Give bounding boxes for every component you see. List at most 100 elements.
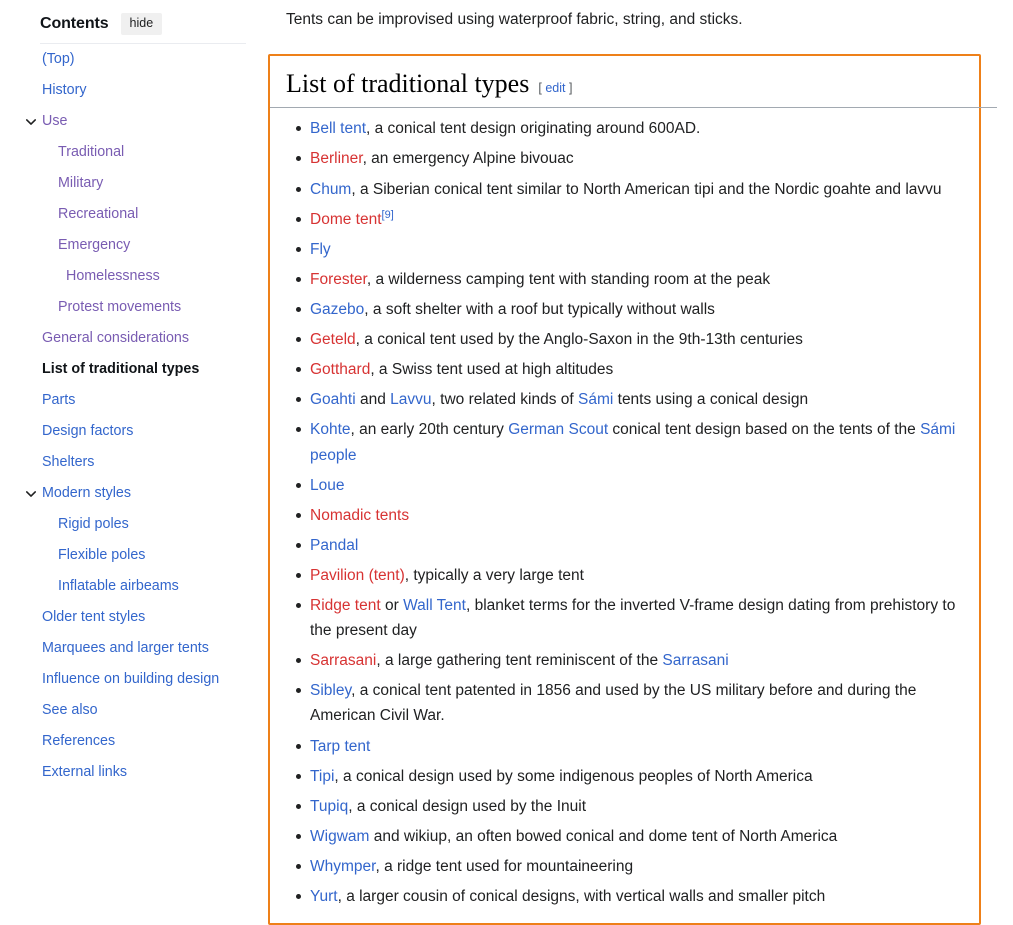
edit-link-text[interactable]: edit xyxy=(545,81,565,95)
sidebar-item-label[interactable]: General considerations xyxy=(42,329,189,348)
wiki-link[interactable]: Wigwam xyxy=(310,828,369,845)
wiki-red-link[interactable]: Berliner xyxy=(310,150,363,167)
item-text: , a conical design used by some indigeno… xyxy=(334,767,813,785)
sidebar-item-marquees-and-larger-tents[interactable]: Marquees and larger tents xyxy=(0,633,268,664)
item-text: , a conical tent design originating arou… xyxy=(366,120,701,138)
sidebar-item-recreational[interactable]: Recreational xyxy=(0,199,268,230)
toc-hide-button[interactable]: hide xyxy=(120,13,163,35)
list-item: Fly xyxy=(296,237,965,262)
wiki-link[interactable]: Yurt xyxy=(310,888,338,905)
sidebar-item-label[interactable]: Shelters xyxy=(42,453,94,472)
sidebar-item-label[interactable]: (Top) xyxy=(42,50,75,69)
sidebar-item-shelters[interactable]: Shelters xyxy=(0,447,268,478)
sidebar-item-design-factors[interactable]: Design factors xyxy=(0,416,268,447)
sidebar-item-label[interactable]: Design factors xyxy=(42,422,133,441)
reference-link[interactable]: [9] xyxy=(382,208,394,220)
list-item: Geteld, a conical tent used by the Anglo… xyxy=(296,327,965,352)
sidebar-item-label[interactable]: Homelessness xyxy=(66,267,160,286)
list-item: Tarp tent xyxy=(296,734,965,759)
item-text: , an early 20th century xyxy=(350,421,509,439)
wiki-link[interactable]: Pandal xyxy=(310,537,358,554)
sidebar-item-emergency[interactable]: Emergency xyxy=(0,230,268,261)
item-text: , a wilderness camping tent with standin… xyxy=(366,270,771,288)
wiki-link[interactable]: Chum xyxy=(310,181,351,198)
sidebar-item-label[interactable]: Flexible poles xyxy=(58,546,145,565)
list-item: Wigwam and wikiup, an often bowed conica… xyxy=(296,824,965,849)
edit-section-link[interactable]: [ edit ] xyxy=(538,81,572,95)
sidebar-item-label[interactable]: Older tent styles xyxy=(42,608,145,627)
wiki-link[interactable]: Whymper xyxy=(310,858,375,875)
wiki-link[interactable]: Kohte xyxy=(310,421,351,438)
heading-underline-rule xyxy=(270,107,997,109)
sidebar-item-history[interactable]: History xyxy=(0,75,268,106)
sidebar-item-label[interactable]: List of traditional types xyxy=(42,360,199,379)
wiki-link[interactable]: Sarrasani xyxy=(662,652,728,669)
sidebar-item-older-tent-styles[interactable]: Older tent styles xyxy=(0,602,268,633)
wiki-link[interactable]: Sámi xyxy=(578,391,613,408)
toc-list: (Top) History Use Traditional Military Recrea… xyxy=(0,44,268,788)
wiki-link[interactable]: Bell tent xyxy=(310,120,366,137)
sidebar-item-use[interactable]: Use xyxy=(0,106,268,137)
sidebar-item-see-also[interactable]: See also xyxy=(0,695,268,726)
wiki-red-link[interactable]: Nomadic tents xyxy=(310,507,409,524)
wiki-link[interactable]: Goahti xyxy=(310,391,356,408)
wiki-red-link[interactable]: Dome tent xyxy=(310,211,382,228)
sidebar-item-military[interactable]: Military xyxy=(0,168,268,199)
wiki-red-link[interactable]: Ridge tent xyxy=(310,597,381,614)
wiki-link[interactable]: Gazebo xyxy=(310,301,364,318)
sidebar-item-label[interactable]: Influence on building design xyxy=(42,670,219,689)
wiki-link[interactable]: Tupiq xyxy=(310,798,348,815)
sidebar-item-label[interactable]: Use xyxy=(42,112,67,131)
wiki-link[interactable]: Loue xyxy=(310,477,344,494)
sidebar-item-label[interactable]: External links xyxy=(42,763,127,782)
wiki-link[interactable]: Sibley xyxy=(310,682,351,699)
wiki-red-link[interactable]: Pavilion (tent) xyxy=(310,567,405,584)
sidebar-item-label[interactable]: Marquees and larger tents xyxy=(42,639,209,658)
sidebar-item-label[interactable]: Military xyxy=(58,174,103,193)
chevron-down-icon[interactable] xyxy=(24,115,38,129)
sidebar-item-label[interactable]: Emergency xyxy=(58,236,130,255)
sidebar-item-label[interactable]: Inflatable airbeams xyxy=(58,577,179,596)
wiki-red-link[interactable]: Geteld xyxy=(310,331,356,348)
article-content: Tents can be improvised using waterproof… xyxy=(268,0,1013,925)
sidebar-item-label[interactable]: History xyxy=(42,81,86,100)
wiki-link[interactable]: German Scout xyxy=(508,421,608,438)
sidebar-item-top[interactable]: (Top) xyxy=(0,44,268,75)
sidebar-item-traditional[interactable]: Traditional xyxy=(0,137,268,168)
sidebar-item-general-considerations[interactable]: General considerations xyxy=(0,323,268,354)
wiki-link[interactable]: Tarp tent xyxy=(310,738,370,755)
wiki-link[interactable]: Wall Tent xyxy=(403,597,466,614)
wiki-red-link[interactable]: Sarrasani xyxy=(310,652,376,669)
sidebar-item-rigid-poles[interactable]: Rigid poles xyxy=(0,509,268,540)
sidebar-item-label[interactable]: Traditional xyxy=(58,143,124,162)
wiki-link[interactable]: Lavvu xyxy=(390,391,431,408)
wiki-link[interactable]: Fly xyxy=(310,241,331,258)
sidebar-item-label[interactable]: Rigid poles xyxy=(58,515,129,534)
section-heading: List of traditional types xyxy=(286,68,530,98)
wiki-red-link[interactable]: Gotthard xyxy=(310,361,370,378)
sidebar-item-homelessness[interactable]: Homelessness xyxy=(0,261,268,292)
sidebar-item-label[interactable]: See also xyxy=(42,701,98,720)
sidebar-item-inflatable-airbeams[interactable]: Inflatable airbeams xyxy=(0,571,268,602)
sidebar-item-label[interactable]: Modern styles xyxy=(42,484,131,503)
sidebar-item-protest-movements[interactable]: Protest movements xyxy=(0,292,268,323)
sidebar-item-influence-on-building-design[interactable]: Influence on building design xyxy=(0,664,268,695)
wiki-red-link[interactable]: Forester xyxy=(310,271,367,288)
sidebar-item-flexible-poles[interactable]: Flexible poles xyxy=(0,540,268,571)
sidebar-item-label[interactable]: References xyxy=(42,732,115,751)
sidebar-item-label[interactable]: Protest movements xyxy=(58,298,181,317)
page-root: Contents hide (Top) History Use Traditional… xyxy=(0,0,1013,925)
sidebar-item-label[interactable]: Parts xyxy=(42,391,75,410)
sidebar-item-list-of-traditional-types[interactable]: List of traditional types xyxy=(0,354,268,385)
wiki-link[interactable]: Tipi xyxy=(310,768,334,785)
sidebar-item-references[interactable]: References xyxy=(0,726,268,757)
sidebar-item-parts[interactable]: Parts xyxy=(0,385,268,416)
reference-marker[interactable]: [9] xyxy=(382,208,394,220)
sidebar-item-label[interactable]: Recreational xyxy=(58,205,138,224)
list-item: Bell tent, a conical tent design origina… xyxy=(296,116,965,141)
lead-paragraph: Tents can be improvised using waterproof… xyxy=(286,11,743,28)
sidebar-item-modern-styles[interactable]: Modern styles xyxy=(0,478,268,509)
sidebar-item-external-links[interactable]: External links xyxy=(0,757,268,788)
chevron-down-icon[interactable] xyxy=(24,487,38,501)
item-text: , two related kinds of xyxy=(431,391,578,409)
